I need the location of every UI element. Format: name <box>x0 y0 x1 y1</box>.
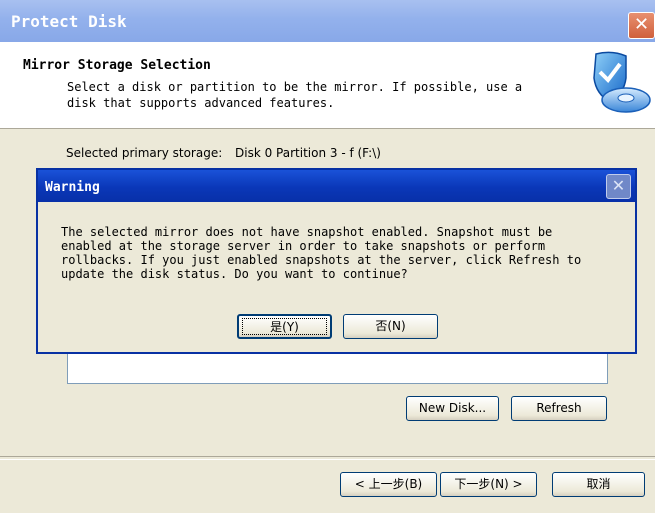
close-icon: ✕ <box>633 14 650 35</box>
wizard-header: Mirror Storage Selection Select a disk o… <box>0 42 655 129</box>
close-icon: ✕ <box>611 176 626 195</box>
new-disk-button[interactable]: New Disk... <box>406 396 499 421</box>
page-description: Select a disk or partition to be the mir… <box>67 80 523 110</box>
no-button[interactable]: 否(N) <box>343 314 438 339</box>
window-titlebar[interactable]: Protect Disk ✕ <box>0 0 655 42</box>
shield-disk-icon <box>593 51 651 113</box>
warning-close-button[interactable]: ✕ <box>606 174 631 199</box>
next-button[interactable]: 下一步(N) > <box>440 472 537 497</box>
yes-button[interactable]: 是(Y) <box>237 314 332 339</box>
primary-storage-value: Disk 0 Partition 3 - f (F:\) <box>235 146 381 160</box>
back-button[interactable]: < 上一步(B) <box>340 472 437 497</box>
warning-message: The selected mirror does not have snapsh… <box>61 225 582 281</box>
refresh-button[interactable]: Refresh <box>511 396 607 421</box>
warning-dialog: Warning ✕ The selected mirror does not h… <box>36 168 637 354</box>
window-title: Protect Disk <box>11 12 127 31</box>
page-title: Mirror Storage Selection <box>23 58 211 73</box>
cancel-button[interactable]: 取消 <box>552 472 645 497</box>
window-close-button[interactable]: ✕ <box>628 12 655 39</box>
focus-rectangle <box>242 318 327 335</box>
footer-divider <box>0 456 655 460</box>
primary-storage-label: Selected primary storage: <box>66 146 223 160</box>
warning-title: Warning <box>45 180 100 195</box>
warning-titlebar[interactable]: Warning ✕ <box>38 170 635 202</box>
